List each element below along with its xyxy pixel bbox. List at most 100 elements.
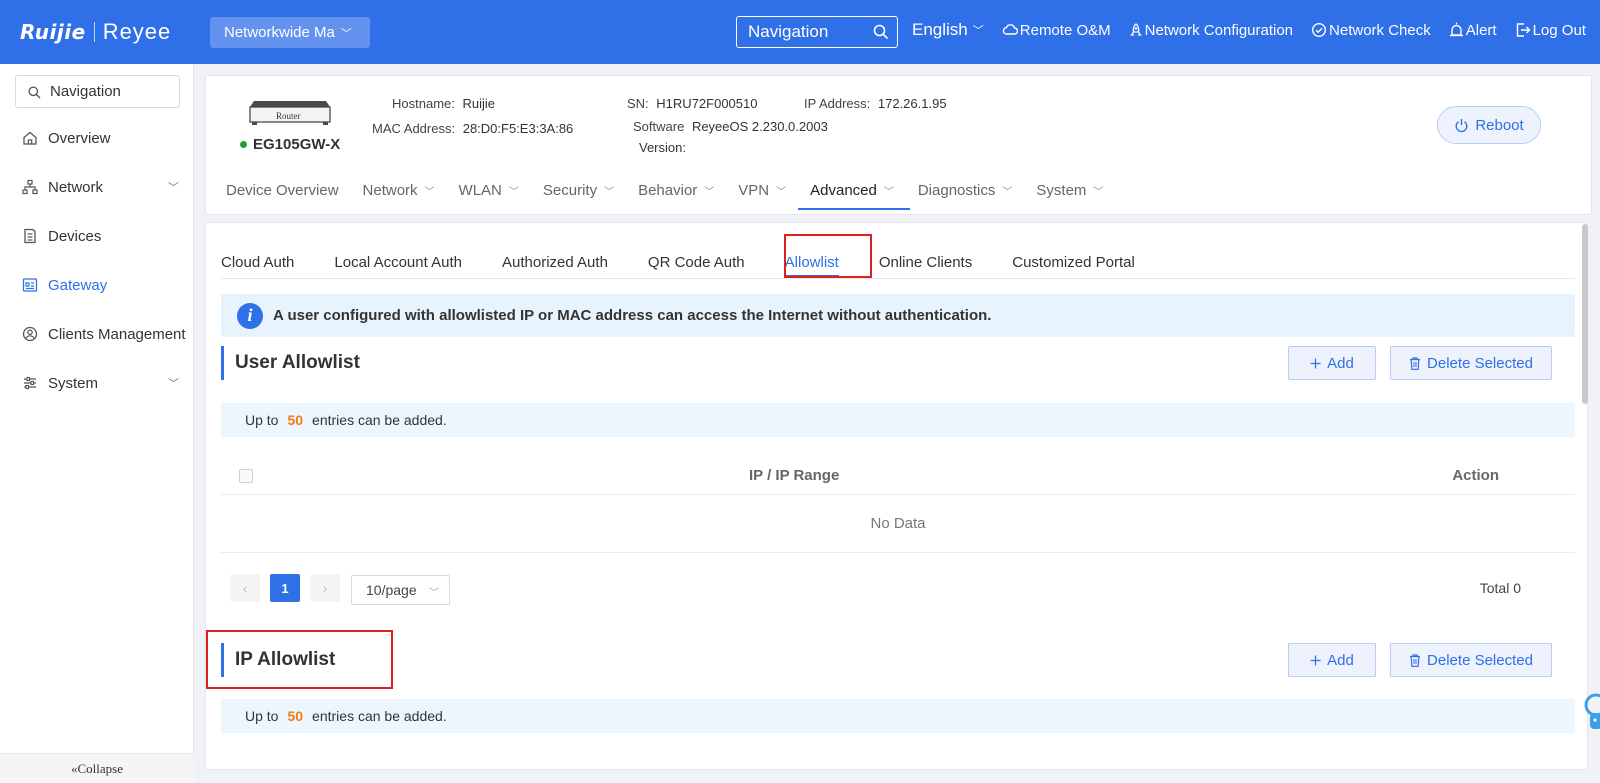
rocket-icon xyxy=(1130,22,1142,36)
alarm-icon xyxy=(1449,22,1463,37)
user-allowlist-title: User Allowlist xyxy=(221,346,360,380)
subtab-local-account-auth[interactable]: Local Account Auth xyxy=(334,245,462,279)
chevron-down-icon: ﹀ xyxy=(1093,186,1104,198)
subtab-label: Cloud Auth xyxy=(221,253,295,271)
chevron-down-icon: ﹀ xyxy=(168,182,179,194)
limit-suffix: entries can be added. xyxy=(312,708,447,724)
language-selector[interactable]: English ﹀ xyxy=(912,20,984,40)
logout-label: Log Out xyxy=(1532,21,1586,39)
online-status-dot xyxy=(240,141,247,148)
sidebar-search-input[interactable]: Navigation xyxy=(15,75,180,108)
user-allowlist-add-button[interactable]: Add xyxy=(1288,346,1376,380)
logo-divider xyxy=(93,22,95,42)
app-logo[interactable]: Ruijie Reyee xyxy=(20,18,171,46)
chevron-down-icon: ﹀ xyxy=(168,378,179,390)
plus-icon xyxy=(1310,655,1321,665)
select-all-checkbox[interactable] xyxy=(239,469,253,483)
main-tabs: Device Overview Network ﹀ WLAN ﹀ Security ﹀… xyxy=(226,176,1127,210)
tab-behavior[interactable]: Behavior ﹀ xyxy=(638,176,714,204)
reboot-label: Reboot xyxy=(1475,116,1524,134)
serial-number-label: SN: xyxy=(627,96,649,111)
ip-allowlist-delete-button[interactable]: Delete Selected xyxy=(1390,643,1552,677)
hostname-field: Hostname: Ruijie xyxy=(392,96,495,111)
page-size-select[interactable]: 10/page ﹀ xyxy=(351,575,450,605)
reboot-button[interactable]: Reboot xyxy=(1437,106,1541,144)
ip-address-value: 172.26.1.95 xyxy=(877,96,947,111)
tab-advanced[interactable]: Advanced ﹀ xyxy=(798,176,910,210)
subtab-customized-portal[interactable]: Customized Portal xyxy=(1012,245,1135,279)
limit-prefix: Up to xyxy=(245,412,279,428)
sidebar-item-label: Gateway xyxy=(48,276,108,294)
tab-network[interactable]: Network ﹀ xyxy=(363,176,435,204)
software-version-value: ReyeeOS 2.230.0.2003 xyxy=(691,119,828,134)
network-check-icon xyxy=(1312,22,1327,38)
chevron-down-icon: ﹀ xyxy=(704,186,715,198)
sidebar-search-text: Navigation xyxy=(50,83,121,100)
gateway-icon xyxy=(22,278,38,292)
network-topology-icon xyxy=(22,179,38,195)
collapse-sidebar-button[interactable]: « Collapse xyxy=(0,753,194,783)
device-model-name: EG105GW-X xyxy=(253,136,341,153)
tab-vpn[interactable]: VPN ﹀ xyxy=(738,176,786,204)
alert-link[interactable]: Alert xyxy=(1449,22,1497,39)
mac-address-field: MAC Address: 28:D0:F5:E3:3A:86 xyxy=(372,121,573,136)
ip-allowlist-add-button[interactable]: Add xyxy=(1288,643,1376,677)
network-configuration-link[interactable]: Network Configuration xyxy=(1129,22,1293,39)
subtab-cloud-auth[interactable]: Cloud Auth xyxy=(221,245,294,279)
pagination-page-1[interactable]: 1 xyxy=(270,574,300,602)
info-banner: i A user configured with allowlisted IP … xyxy=(221,294,1575,337)
limit-value: 50 xyxy=(287,412,304,428)
add-label: Add xyxy=(1327,651,1354,669)
logout-icon xyxy=(1516,23,1531,37)
tab-label: VPN xyxy=(738,181,770,199)
software-version-label: Software xyxy=(633,119,685,134)
software-version-field: Software ReyeeOS 2.230.0.2003 xyxy=(633,119,828,134)
tab-label: Advanced xyxy=(810,181,877,199)
subtab-qr-code-auth[interactable]: QR Code Auth xyxy=(648,245,745,279)
column-ip-range: IP / IP Range xyxy=(749,467,840,484)
software-version-label-2: Version: xyxy=(639,140,686,155)
support-assistant-icon[interactable] xyxy=(1582,693,1600,737)
search-icon[interactable] xyxy=(873,24,889,45)
user-allowlist-limit-note: Up to 50 entries can be added. xyxy=(221,403,1575,437)
alert-label: Alert xyxy=(1465,21,1497,39)
user-allowlist-delete-button[interactable]: Delete Selected xyxy=(1390,346,1552,380)
chevron-down-icon: ﹀ xyxy=(340,27,352,40)
tab-security[interactable]: Security ﹀ xyxy=(543,176,614,204)
plus-icon xyxy=(1310,358,1321,368)
network-check-link[interactable]: Network Check xyxy=(1311,22,1431,39)
limit-value: 50 xyxy=(287,708,304,724)
column-action: Action xyxy=(1452,467,1499,484)
subtab-online-clients[interactable]: Online Clients xyxy=(879,245,972,279)
logout-link[interactable]: Log Out xyxy=(1515,22,1586,39)
router-image-label: Router xyxy=(276,111,301,121)
chevron-down-icon: ﹀ xyxy=(508,186,519,198)
hostname-label: Hostname: xyxy=(392,96,455,111)
tab-diagnostics[interactable]: Diagnostics ﹀ xyxy=(918,176,1013,204)
sidebar-item-network[interactable]: Network ﹀ xyxy=(22,175,187,199)
pagination-next-button[interactable]: › xyxy=(310,574,340,602)
tab-label: System xyxy=(1036,181,1087,199)
content-scrollbar[interactable] xyxy=(1582,224,1588,404)
subtab-authorized-auth[interactable]: Authorized Auth xyxy=(502,245,608,279)
remote-om-link[interactable]: Remote O&M xyxy=(1002,22,1111,39)
tab-wlan[interactable]: WLAN ﹀ xyxy=(459,176,519,204)
power-icon xyxy=(1455,118,1468,132)
sidebar-item-overview[interactable]: Overview xyxy=(22,126,187,150)
network-selector[interactable]: Networkwide Ma ﹀ xyxy=(210,17,370,48)
sidebar-item-label: Network xyxy=(48,178,104,196)
network-selector-label: Networkwide Ma xyxy=(224,24,335,41)
language-label: English xyxy=(912,20,968,39)
sidebar-item-gateway[interactable]: Gateway xyxy=(22,273,187,297)
sidebar-item-system[interactable]: System ﹀ xyxy=(22,371,187,395)
tab-label: Security xyxy=(542,181,598,199)
sidebar-item-devices[interactable]: Devices xyxy=(22,224,187,248)
top-navigation-search[interactable]: Navigation xyxy=(736,16,898,48)
subtab-label: Local Account Auth xyxy=(334,253,462,271)
pagination-prev-button[interactable]: ‹ xyxy=(230,574,260,602)
mac-address-label: MAC Address: xyxy=(372,121,456,136)
top-navigation-search-text: Navigation xyxy=(748,22,829,41)
sidebar-item-clients-management[interactable]: Clients Management xyxy=(22,322,187,346)
tab-device-overview[interactable]: Device Overview xyxy=(226,176,339,204)
tab-system[interactable]: System ﹀ xyxy=(1036,176,1103,204)
